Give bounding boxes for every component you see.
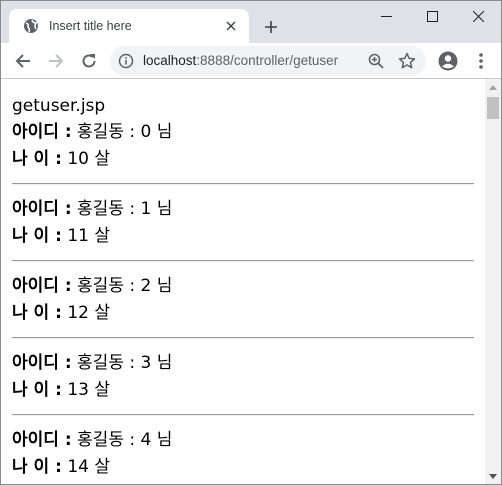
tab-strip: Insert title here [1, 1, 501, 43]
age-value: 12 살 [67, 303, 111, 323]
id-line: 아이디 : 홍길동 : 2 님 [12, 273, 474, 300]
globe-icon [23, 18, 39, 34]
toolbar: localhost:8888/controller/getuser [1, 43, 501, 79]
age-line: 나 이 : 13 살 [12, 377, 474, 404]
age-line: 나 이 : 12 살 [12, 300, 474, 327]
id-value: 홍길동 : 0 님 [77, 122, 173, 142]
id-label: 아이디 : [12, 353, 72, 373]
plus-icon[interactable] [259, 15, 283, 39]
divider [12, 183, 474, 185]
scrollbar-thumb[interactable] [487, 97, 499, 119]
age-line: 나 이 : 10 살 [12, 146, 474, 173]
browser-window: Insert title here localhost:8888/control… [0, 0, 502, 485]
divider [12, 414, 474, 416]
id-value: 홍길동 : 1 님 [77, 199, 173, 219]
scroll-down-arrow-icon[interactable] [485, 468, 501, 484]
id-line: 아이디 : 홍길동 : 3 님 [12, 350, 474, 377]
id-value: 홍길동 : 2 님 [77, 276, 173, 296]
reload-icon[interactable] [76, 48, 102, 74]
user-entry: 아이디 : 홍길동 : 0 님 나 이 : 10 살 [12, 119, 474, 173]
age-value: 11 살 [67, 226, 111, 246]
user-entry: 아이디 : 홍길동 : 2 님 나 이 : 12 살 [12, 273, 474, 327]
user-entry: 아이디 : 홍길동 : 4 님 나 이 : 14 살 [12, 427, 474, 481]
age-label: 나 이 : [12, 226, 62, 246]
scroll-up-arrow-icon[interactable] [485, 79, 501, 95]
id-label: 아이디 : [12, 199, 72, 219]
id-line: 아이디 : 홍길동 : 0 님 [12, 119, 474, 146]
back-arrow-icon[interactable] [10, 48, 36, 74]
page-content: getuser.jsp 아이디 : 홍길동 : 0 님 나 이 : 10 살 아… [1, 79, 485, 484]
id-label: 아이디 : [12, 276, 72, 296]
url-path: :8888/controller/getuser [196, 53, 339, 68]
info-icon[interactable] [118, 53, 134, 69]
url-text[interactable]: localhost:8888/controller/getuser [143, 53, 353, 69]
maximize-icon[interactable] [409, 1, 455, 31]
divider [12, 337, 474, 339]
age-value: 14 살 [67, 457, 111, 477]
divider [12, 260, 474, 262]
page-body: getuser.jsp 아이디 : 홍길동 : 0 님 나 이 : 10 살 아… [12, 93, 474, 481]
id-line: 아이디 : 홍길동 : 4 님 [12, 427, 474, 454]
id-value: 홍길동 : 3 님 [77, 353, 173, 373]
id-line: 아이디 : 홍길동 : 1 님 [12, 196, 474, 223]
forward-arrow-icon[interactable] [43, 48, 69, 74]
window-close-icon[interactable] [455, 1, 501, 31]
zoom-icon[interactable] [368, 53, 384, 69]
id-label: 아이디 : [12, 430, 72, 450]
age-label: 나 이 : [12, 457, 62, 477]
age-line: 나 이 : 14 살 [12, 454, 474, 481]
browser-tab[interactable]: Insert title here [9, 9, 249, 43]
age-label: 나 이 : [12, 303, 62, 323]
address-bar[interactable]: localhost:8888/controller/getuser [110, 46, 426, 76]
tab-title: Insert title here [49, 19, 132, 33]
age-label: 나 이 : [12, 149, 62, 169]
page-title: getuser.jsp [12, 96, 106, 116]
kebab-menu-icon[interactable] [473, 52, 489, 70]
user-entry: 아이디 : 홍길동 : 1 님 나 이 : 11 살 [12, 196, 474, 250]
vertical-scrollbar[interactable] [485, 79, 501, 484]
star-icon[interactable] [398, 52, 416, 70]
account-icon[interactable] [438, 51, 458, 71]
age-value: 13 살 [67, 380, 111, 400]
age-value: 10 살 [67, 149, 111, 169]
user-entry: 아이디 : 홍길동 : 3 님 나 이 : 13 살 [12, 350, 474, 404]
age-label: 나 이 : [12, 380, 62, 400]
minimize-icon[interactable] [363, 1, 409, 31]
close-icon[interactable] [223, 18, 239, 34]
url-host: localhost [143, 53, 197, 68]
age-line: 나 이 : 11 살 [12, 223, 474, 250]
id-value: 홍길동 : 4 님 [77, 430, 173, 450]
id-label: 아이디 : [12, 122, 72, 142]
